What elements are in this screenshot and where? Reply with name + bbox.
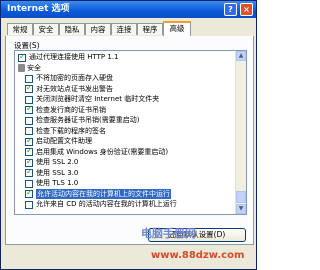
settings-item[interactable]: 对无效站点证书发出警告: [25, 83, 246, 95]
tab-general[interactable]: 常规: [7, 23, 33, 35]
checkbox-checked[interactable]: [18, 52, 26, 62]
settings-item[interactable]: 通过代理连接使用 HTTP 1.1: [18, 52, 240, 63]
settings-item[interactable]: 使用 TLS 1.0: [25, 178, 246, 189]
help-button[interactable]: ?: [224, 3, 237, 16]
checkbox-unchecked[interactable]: [25, 74, 33, 83]
vertical-scrollbar[interactable]: ▲ ▼: [235, 51, 246, 214]
category-security: 安全: [16, 63, 238, 74]
checkbox-unchecked[interactable]: [25, 200, 33, 209]
tab-security[interactable]: 安全: [33, 23, 59, 35]
settings-item[interactable]: 使用 SSL 2.0: [25, 157, 246, 168]
settings-item-selected[interactable]: 允许活动内容在我的计算机上的文件中运行: [25, 188, 246, 199]
tab-privacy[interactable]: 隐私: [59, 23, 85, 35]
tab-programs[interactable]: 程序: [137, 23, 163, 35]
window-title: Internet 选项: [7, 4, 70, 14]
settings-item[interactable]: 关闭浏览器时清空 Internet 临时文件夹: [25, 94, 246, 105]
advanced-panel: 设置(S) 通过代理连接使用 HTTP 1.1 安全 不将加密的页面存入硬盘 对…: [5, 36, 254, 245]
checkbox-checked[interactable]: [25, 157, 33, 167]
tab-connections[interactable]: 连接: [111, 23, 137, 35]
watermark-site-name: 电脑手册网: [141, 227, 196, 240]
tab-strip: 常规 安全 隐私 内容 连接 程序 高级: [5, 21, 254, 37]
checkbox-unchecked[interactable]: [25, 127, 33, 135]
settings-item[interactable]: 检查下载的程序的签名: [25, 126, 246, 137]
settings-item[interactable]: 检查发行商的证书吊销: [25, 104, 246, 116]
internet-options-window: Internet 选项 ? × 常规 安全 隐私 内容 连接 程序 高级 设置(…: [0, 0, 257, 270]
checkbox-checked[interactable]: [25, 188, 33, 199]
checkbox-checked[interactable]: [25, 104, 33, 115]
checkbox-unchecked[interactable]: [25, 179, 33, 188]
scroll-down-icon[interactable]: ▼: [236, 204, 246, 214]
settings-item[interactable]: 使用 SSL 3.0: [25, 167, 246, 179]
checkbox-checked[interactable]: [25, 83, 33, 94]
checkbox-unchecked[interactable]: [25, 116, 33, 125]
title-bar[interactable]: Internet 选项 ? ×: [1, 1, 256, 18]
scroll-up-icon[interactable]: ▲: [236, 51, 246, 61]
settings-item[interactable]: 启用集成 Windows 身份验证(需要重启动): [25, 146, 246, 158]
close-button[interactable]: ×: [240, 3, 253, 16]
tab-advanced[interactable]: 高级: [163, 21, 191, 36]
settings-item[interactable]: 启动配置文件助理: [25, 136, 246, 147]
checkbox-checked[interactable]: [25, 136, 33, 146]
settings-item[interactable]: 检查服务器证书吊销(需要重启动): [25, 115, 246, 126]
settings-item[interactable]: 不将加密的页面存入硬盘: [25, 73, 246, 84]
tab-content[interactable]: 内容: [85, 23, 111, 35]
checkbox-checked[interactable]: [25, 167, 33, 178]
scroll-thumb[interactable]: [236, 191, 246, 203]
checkbox-unchecked[interactable]: [25, 95, 33, 104]
settings-list[interactable]: 通过代理连接使用 HTTP 1.1 安全 不将加密的页面存入硬盘 对无效站点证书…: [14, 50, 247, 215]
lock-icon: [18, 63, 25, 72]
settings-item[interactable]: 允许来自 CD 的活动内容在我的计算机上运行: [25, 199, 246, 210]
watermark-url: www.88dzw.com: [151, 250, 245, 261]
checkbox-checked[interactable]: [25, 146, 33, 157]
